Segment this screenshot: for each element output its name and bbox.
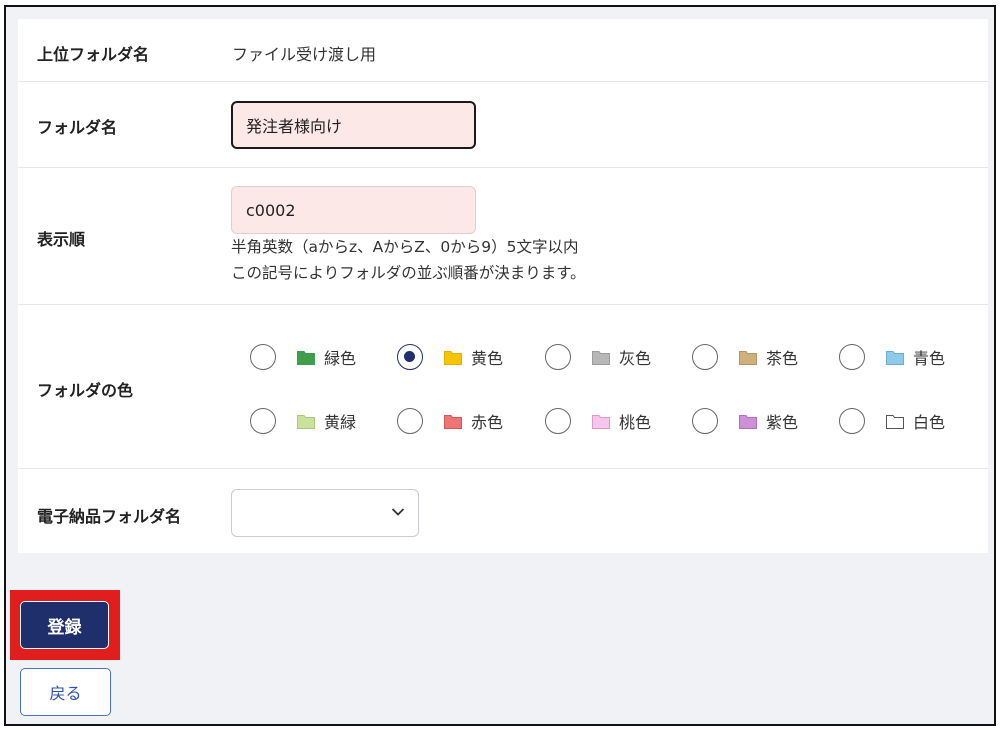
- color-option-purple[interactable]: 紫色: [692, 406, 798, 436]
- brown-folder-icon: [739, 350, 757, 365]
- display-order-input[interactable]: [231, 186, 476, 234]
- color-radio-brown[interactable]: [692, 344, 718, 370]
- folder-color-row: フォルダの色 緑色 黄色 灰色 茶色 青色 黄緑 赤色 桃色 紫色 白色: [18, 305, 988, 469]
- color-radio-blue[interactable]: [839, 344, 865, 370]
- display-order-help-2: この記号によりフォルダの並ぶ順番が決まります。: [231, 264, 586, 282]
- folder-color-label: フォルダの色: [37, 381, 134, 400]
- register-button[interactable]: 登録: [20, 601, 109, 649]
- folder-name-row: フォルダ名: [18, 82, 988, 168]
- display-order-label: 表示順: [37, 230, 86, 249]
- color-radio-green[interactable]: [250, 344, 276, 370]
- color-label-purple: 紫色: [766, 413, 799, 432]
- color-label-pink: 桃色: [619, 413, 652, 432]
- color-label-yellow: 黄色: [471, 349, 504, 368]
- form-frame: 上位フォルダ名 ファイル受け渡し用 フォルダ名 表示順 半角英数（aからz、Aか…: [4, 5, 996, 726]
- color-label-green: 緑色: [324, 349, 357, 368]
- color-option-yellow-green[interactable]: 黄緑: [250, 406, 356, 436]
- white-folder-icon: [886, 414, 904, 429]
- display-order-help: 半角英数（aからz、AからZ、0から9）5文字以内: [231, 238, 579, 256]
- folder-form: 上位フォルダ名 ファイル受け渡し用 フォルダ名 表示順 半角英数（aからz、Aか…: [18, 19, 988, 553]
- color-radio-yellow-green[interactable]: [250, 408, 276, 434]
- color-radio-pink[interactable]: [545, 408, 571, 434]
- chevron-down-icon: [391, 508, 405, 516]
- pink-folder-icon: [592, 414, 610, 429]
- color-option-brown[interactable]: 茶色: [692, 342, 798, 372]
- color-option-blue[interactable]: 青色: [839, 342, 945, 372]
- parent-folder-row: 上位フォルダ名 ファイル受け渡し用: [18, 19, 988, 82]
- color-radio-purple[interactable]: [692, 408, 718, 434]
- purple-folder-icon: [739, 414, 757, 429]
- folder-name-input[interactable]: [231, 101, 476, 149]
- yellow-green-folder-icon: [297, 414, 315, 429]
- parent-folder-value: ファイル受け渡し用: [232, 45, 377, 64]
- color-label-brown: 茶色: [766, 349, 799, 368]
- folder-name-label: フォルダ名: [37, 118, 118, 137]
- e-delivery-folder-select[interactable]: [231, 489, 419, 537]
- color-option-gray[interactable]: 灰色: [545, 342, 651, 372]
- e-delivery-folder-label: 電子納品フォルダ名: [37, 507, 182, 526]
- color-label-white: 白色: [913, 413, 946, 432]
- e-delivery-folder-row: 電子納品フォルダ名: [18, 469, 988, 553]
- back-button[interactable]: 戻る: [20, 668, 111, 716]
- display-order-row: 表示順 半角英数（aからz、AからZ、0から9）5文字以内 この記号によりフォル…: [18, 168, 988, 305]
- color-radio-gray[interactable]: [545, 344, 571, 370]
- color-option-green[interactable]: 緑色: [250, 342, 356, 372]
- color-radio-red[interactable]: [397, 408, 423, 434]
- parent-folder-label: 上位フォルダ名: [37, 45, 150, 64]
- color-radio-yellow[interactable]: [397, 344, 423, 370]
- gray-folder-icon: [592, 350, 610, 365]
- color-radio-white[interactable]: [839, 408, 865, 434]
- green-folder-icon: [297, 350, 315, 365]
- color-option-white[interactable]: 白色: [839, 406, 945, 436]
- color-option-pink[interactable]: 桃色: [545, 406, 651, 436]
- red-folder-icon: [444, 414, 462, 429]
- yellow-folder-icon: [444, 350, 462, 365]
- color-option-yellow[interactable]: 黄色: [397, 342, 503, 372]
- color-label-gray: 灰色: [619, 349, 652, 368]
- blue-folder-icon: [886, 350, 904, 365]
- color-label-blue: 青色: [913, 349, 946, 368]
- color-label-red: 赤色: [471, 413, 504, 432]
- color-label-yellow-green: 黄緑: [324, 413, 357, 432]
- color-option-red[interactable]: 赤色: [397, 406, 503, 436]
